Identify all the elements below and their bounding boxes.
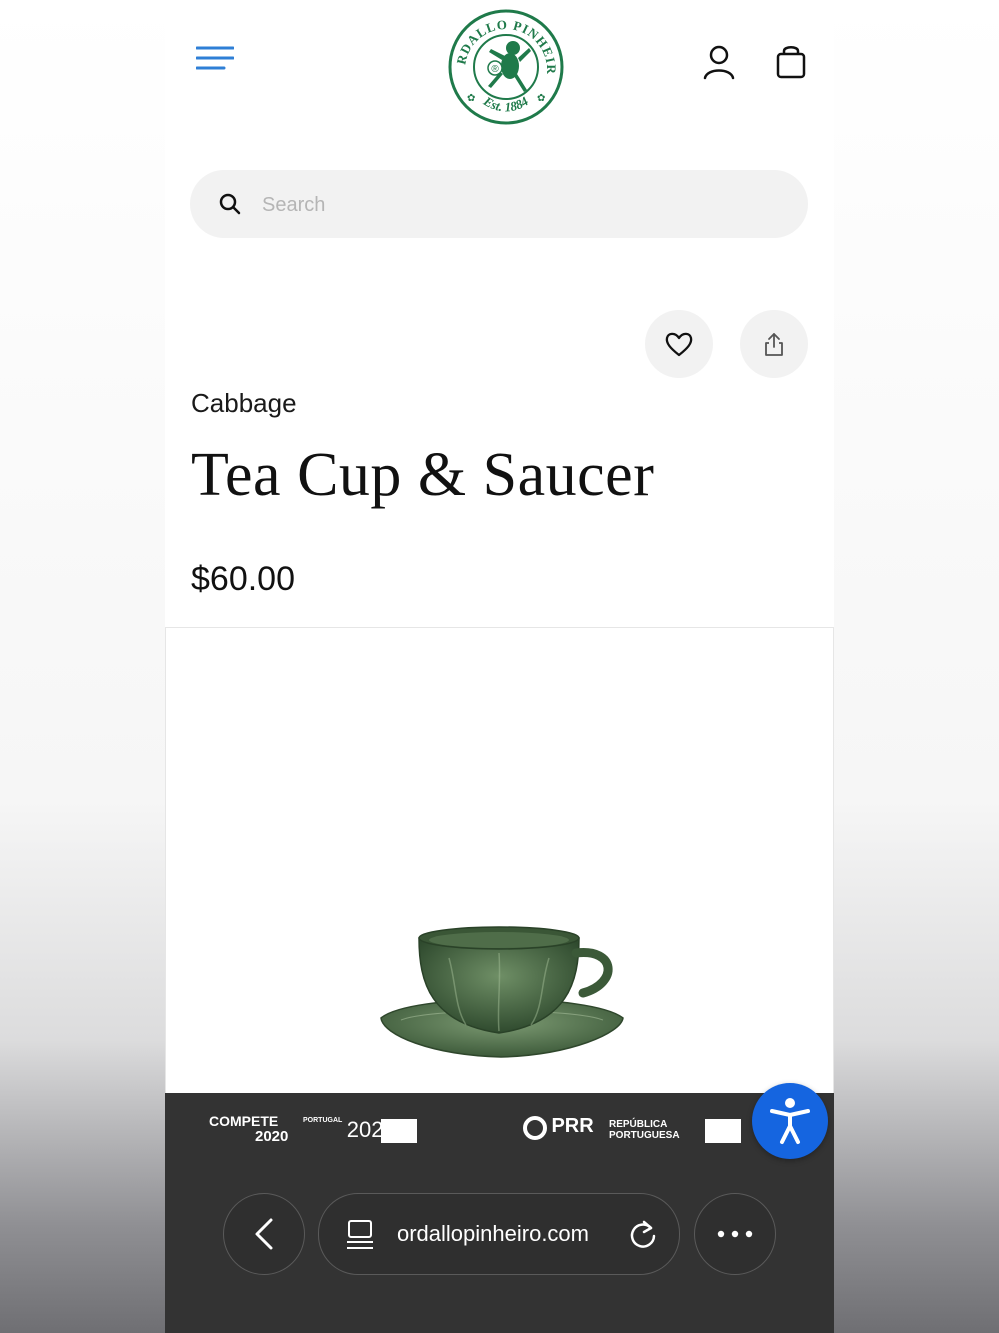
background-left: [0, 0, 165, 1333]
product-collection: Cabbage: [191, 388, 297, 418]
accessibility-button[interactable]: [752, 1083, 828, 1159]
favorite-button[interactable]: [645, 310, 713, 378]
product-image-container[interactable]: [165, 627, 834, 1099]
footer: COMPETE 2020 PORTUGAL 2020 PRR REPÚBLICA…: [165, 1083, 834, 1333]
search-icon: [218, 192, 242, 216]
search-bar[interactable]: [190, 170, 808, 238]
republica-portuguesa-logo: REPÚBLICA PORTUGUESA: [609, 1119, 680, 1141]
back-button[interactable]: [223, 1193, 305, 1275]
browser-toolbar: ordallopinheiro.com: [165, 1193, 834, 1277]
mobile-page: BORDALLO PINHEIRO Est. 1884 ® ✿ ✿: [165, 0, 834, 1333]
user-icon[interactable]: [701, 44, 737, 80]
svg-text:✿: ✿: [467, 93, 475, 104]
shopping-bag-icon[interactable]: [773, 42, 809, 80]
tabs-icon[interactable]: [345, 1219, 375, 1251]
share-button[interactable]: [740, 310, 808, 378]
hamburger-menu-icon[interactable]: [195, 44, 235, 74]
site-header: BORDALLO PINHEIRO Est. 1884 ® ✿ ✿: [165, 0, 834, 140]
brand-logo[interactable]: BORDALLO PINHEIRO Est. 1884 ® ✿ ✿: [441, 0, 565, 126]
url-text: ordallopinheiro.com: [397, 1221, 589, 1246]
product-title: Tea Cup & Saucer: [191, 441, 655, 509]
search-input[interactable]: [260, 182, 784, 228]
prr-logo: PRR: [523, 1115, 594, 1155]
eu-flag-logo: [381, 1119, 417, 1143]
product-price: $60.00: [191, 560, 295, 598]
product-image: [371, 923, 631, 1073]
svg-text:✿: ✿: [537, 93, 545, 104]
background-right: [834, 0, 999, 1333]
funding-logos: COMPETE 2020 PORTUGAL 2020 PRR REPÚBLICA…: [205, 1113, 765, 1153]
logo-registered-mark: ®: [491, 64, 499, 75]
reload-icon[interactable]: [627, 1218, 659, 1250]
address-bar[interactable]: ordallopinheiro.com: [318, 1193, 680, 1275]
more-options-button[interactable]: [694, 1193, 776, 1275]
eu-flag-logo-2: [705, 1119, 741, 1143]
compete-2020-logo: COMPETE 2020: [209, 1113, 289, 1145]
